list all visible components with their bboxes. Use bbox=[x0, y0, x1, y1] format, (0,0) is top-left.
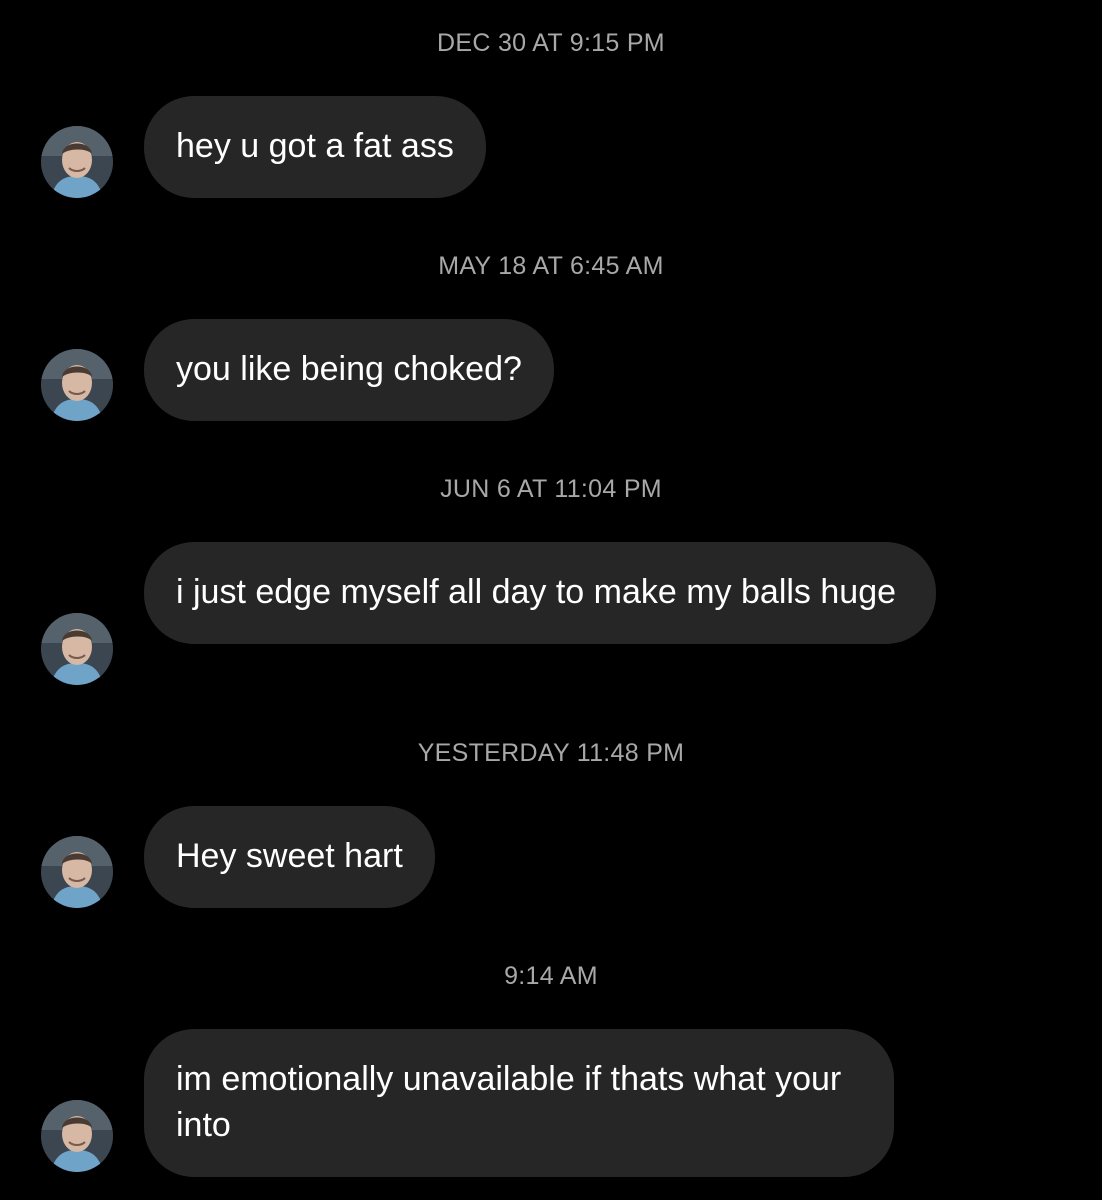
message-thread: DEC 30 AT 9:15 PM hey u got a fat ass MA… bbox=[0, 0, 1102, 1200]
avatar-photo-icon bbox=[41, 349, 113, 421]
timestamp: JUN 6 AT 11:04 PM bbox=[440, 475, 662, 503]
avatar-photo-icon bbox=[41, 126, 113, 198]
timestamp: DEC 30 AT 9:15 PM bbox=[437, 29, 665, 57]
avatar-photo-icon bbox=[41, 613, 113, 685]
message-bubble[interactable]: you like being choked? bbox=[144, 319, 554, 421]
message-bubble[interactable]: Hey sweet hart bbox=[144, 806, 435, 908]
message-bubble[interactable]: i just edge myself all day to make my ba… bbox=[144, 542, 936, 644]
timestamp: 9:14 AM bbox=[504, 962, 598, 990]
sender-avatar[interactable] bbox=[41, 836, 113, 908]
sender-avatar[interactable] bbox=[41, 613, 113, 685]
timestamp: YESTERDAY 11:48 PM bbox=[417, 739, 685, 767]
avatar-photo-icon bbox=[41, 1100, 113, 1172]
avatar-photo-icon bbox=[41, 836, 113, 908]
sender-avatar[interactable] bbox=[41, 1100, 113, 1172]
message-bubble[interactable]: im emotionally unavailable if thats what… bbox=[144, 1029, 894, 1177]
timestamp: MAY 18 AT 6:45 AM bbox=[438, 252, 664, 280]
sender-avatar[interactable] bbox=[41, 126, 113, 198]
sender-avatar[interactable] bbox=[41, 349, 113, 421]
message-bubble[interactable]: hey u got a fat ass bbox=[144, 96, 486, 198]
